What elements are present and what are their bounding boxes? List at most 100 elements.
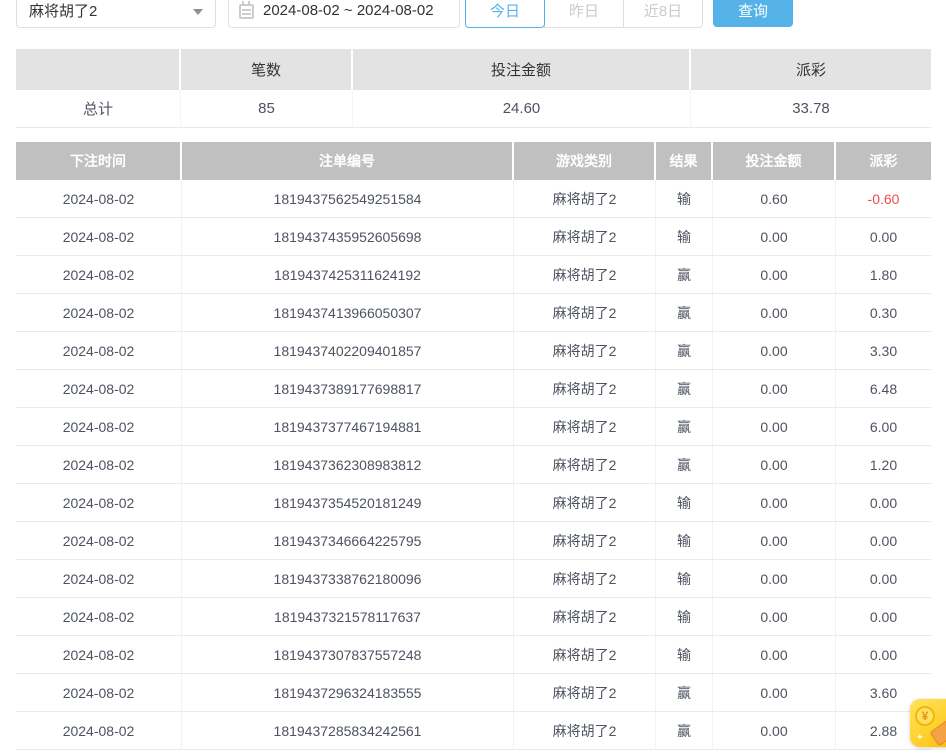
game-select-value: 麻将胡了2 (29, 0, 97, 21)
cell-game: 麻将胡了2 (514, 522, 656, 560)
cell-bet: 0.00 (713, 636, 836, 674)
summary-total-count: 85 (181, 90, 353, 128)
cell-payout: 0.00 (836, 636, 931, 674)
cell-result: 赢 (656, 370, 713, 408)
cell-bet: 0.00 (713, 484, 836, 522)
cell-payout: 1.80 (836, 256, 931, 294)
table-row: 2024-08-021819437321578117637麻将胡了2输0.000… (16, 598, 931, 636)
cell-date: 2024-08-02 (16, 180, 182, 218)
summary-header-count: 笔数 (181, 49, 353, 90)
bet-table: 下注时间 注单编号 游戏类别 结果 投注金额 派彩 2024-08-021819… (16, 142, 931, 750)
cell-bet: 0.00 (713, 370, 836, 408)
cell-bet: 0.00 (713, 218, 836, 256)
cell-date: 2024-08-02 (16, 256, 182, 294)
cell-date: 2024-08-02 (16, 522, 182, 560)
cell-date: 2024-08-02 (16, 370, 182, 408)
cell-game: 麻将胡了2 (514, 560, 656, 598)
cell-payout: 0.00 (836, 560, 931, 598)
cell-date: 2024-08-02 (16, 218, 182, 256)
cell-game: 麻将胡了2 (514, 598, 656, 636)
cell-game: 麻将胡了2 (514, 180, 656, 218)
col-header-payout: 派彩 (836, 142, 931, 180)
cell-game: 麻将胡了2 (514, 484, 656, 522)
summary-header-row: 笔数 投注金额 派彩 (16, 49, 931, 90)
summary-total-bet-amount: 24.60 (353, 90, 691, 128)
bet-records-page: 麻将胡了2 2024-08-02 ~ 2024-08-02 今日 昨日 近8日 … (0, 0, 946, 750)
cell-result: 输 (656, 636, 713, 674)
cell-bet: 0.00 (713, 560, 836, 598)
cell-game: 麻将胡了2 (514, 294, 656, 332)
cell-result: 输 (656, 598, 713, 636)
cell-order_no: 1819437562549251584 (182, 180, 514, 218)
cell-game: 麻将胡了2 (514, 446, 656, 484)
cell-date: 2024-08-02 (16, 484, 182, 522)
cell-game: 麻将胡了2 (514, 408, 656, 446)
table-row: 2024-08-021819437354520181249麻将胡了2输0.000… (16, 484, 931, 522)
cell-payout: 0.00 (836, 598, 931, 636)
summary-total-payout: 33.78 (691, 90, 931, 128)
table-row: 2024-08-021819437562549251584麻将胡了2输0.60-… (16, 180, 931, 218)
col-header-bet-amount: 投注金额 (713, 142, 836, 180)
yesterday-button[interactable]: 昨日 (544, 0, 624, 28)
table-row: 2024-08-021819437346664225795麻将胡了2输0.000… (16, 522, 931, 560)
chevron-down-icon (193, 9, 203, 15)
cell-result: 输 (656, 180, 713, 218)
bet-table-header: 下注时间 注单编号 游戏类别 结果 投注金额 派彩 (16, 142, 931, 180)
quick-range-group: 今日 昨日 近8日 (465, 0, 703, 28)
summary-total-label: 总计 (16, 90, 181, 128)
last-8-days-button[interactable]: 近8日 (623, 0, 703, 28)
cell-result: 赢 (656, 256, 713, 294)
today-button[interactable]: 今日 (465, 0, 545, 28)
promo-float-button[interactable]: ¥ ✦ (910, 699, 946, 747)
cell-date: 2024-08-02 (16, 332, 182, 370)
cell-order_no: 1819437389177698817 (182, 370, 514, 408)
table-row: 2024-08-021819437296324183555麻将胡了2赢0.003… (16, 674, 931, 712)
cell-order_no: 1819437346664225795 (182, 522, 514, 560)
cell-order_no: 1819437435952605698 (182, 218, 514, 256)
cell-date: 2024-08-02 (16, 674, 182, 712)
toolbar: 麻将胡了2 2024-08-02 ~ 2024-08-02 今日 昨日 近8日 … (16, 0, 946, 28)
cell-date: 2024-08-02 (16, 294, 182, 332)
summary-header-bet-amount: 投注金额 (353, 49, 691, 90)
cell-payout: 3.30 (836, 332, 931, 370)
bet-table-body: 2024-08-021819437562549251584麻将胡了2输0.60-… (16, 180, 931, 750)
cell-game: 麻将胡了2 (514, 674, 656, 712)
game-select[interactable]: 麻将胡了2 (16, 0, 216, 28)
cell-bet: 0.60 (713, 180, 836, 218)
cell-payout: -0.60 (836, 180, 931, 218)
cell-bet: 0.00 (713, 332, 836, 370)
cell-game: 麻将胡了2 (514, 636, 656, 674)
cell-result: 赢 (656, 674, 713, 712)
cell-game: 麻将胡了2 (514, 370, 656, 408)
col-header-game-type: 游戏类别 (514, 142, 656, 180)
cell-bet: 0.00 (713, 256, 836, 294)
gold-coin-icon: ¥ (915, 706, 935, 726)
table-row: 2024-08-021819437435952605698麻将胡了2输0.000… (16, 218, 931, 256)
cell-game: 麻将胡了2 (514, 218, 656, 256)
cell-order_no: 1819437362308983812 (182, 446, 514, 484)
cell-payout: 0.00 (836, 218, 931, 256)
cell-game: 麻将胡了2 (514, 712, 656, 750)
cell-order_no: 1819437285834242561 (182, 712, 514, 750)
cell-order_no: 1819437354520181249 (182, 484, 514, 522)
date-range-input[interactable]: 2024-08-02 ~ 2024-08-02 (228, 0, 460, 28)
table-row: 2024-08-021819437425311624192麻将胡了2赢0.001… (16, 256, 931, 294)
cell-payout: 1.20 (836, 446, 931, 484)
cell-payout: 0.00 (836, 522, 931, 560)
cell-game: 麻将胡了2 (514, 256, 656, 294)
query-button[interactable]: 查询 (713, 0, 793, 27)
cell-result: 赢 (656, 408, 713, 446)
cell-result: 赢 (656, 294, 713, 332)
cell-payout: 0.00 (836, 484, 931, 522)
cell-order_no: 1819437338762180096 (182, 560, 514, 598)
sparkle-icon: ✦ (916, 732, 924, 743)
cell-order_no: 1819437402209401857 (182, 332, 514, 370)
table-row: 2024-08-021819437389177698817麻将胡了2赢0.006… (16, 370, 931, 408)
cell-date: 2024-08-02 (16, 408, 182, 446)
table-row: 2024-08-021819437285834242561麻将胡了2赢0.002… (16, 712, 931, 750)
cell-bet: 0.00 (713, 712, 836, 750)
cell-date: 2024-08-02 (16, 560, 182, 598)
cell-bet: 0.00 (713, 522, 836, 560)
cell-order_no: 1819437413966050307 (182, 294, 514, 332)
summary-header-payout: 派彩 (691, 49, 931, 90)
